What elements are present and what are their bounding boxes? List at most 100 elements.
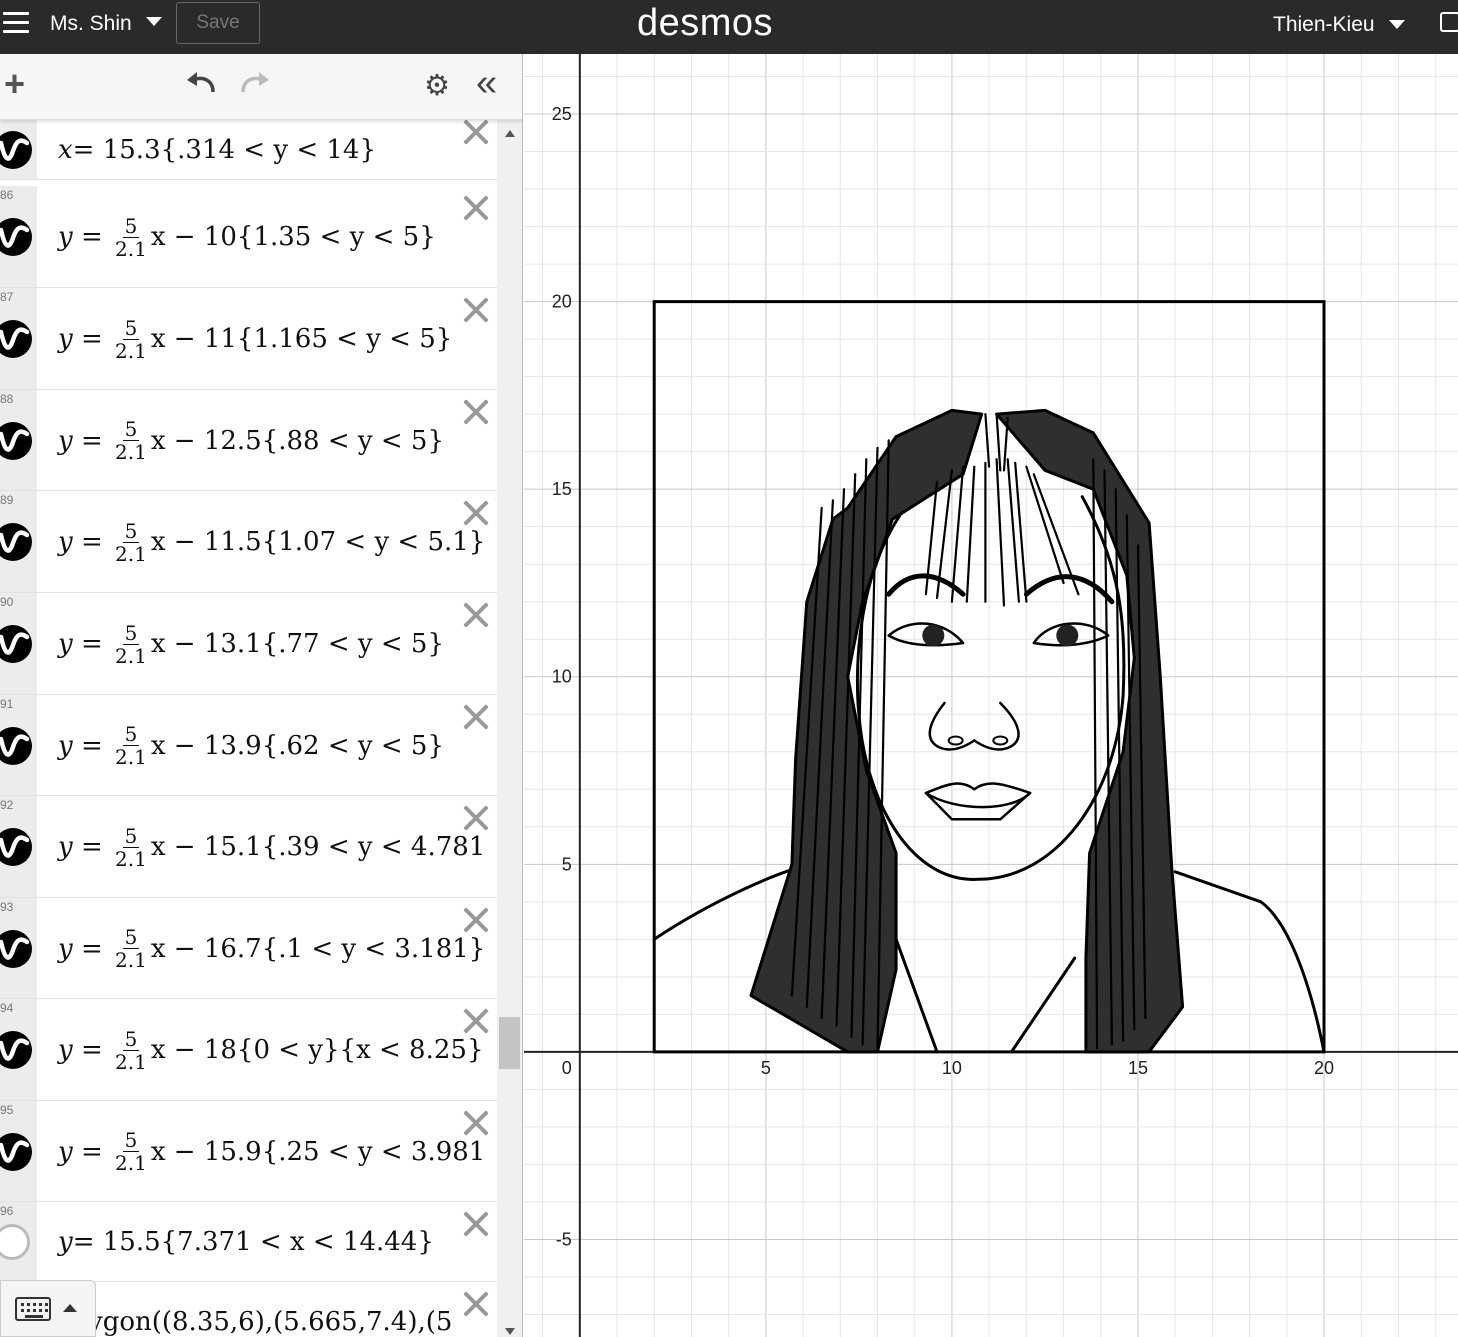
curve-icon[interactable]: [0, 828, 32, 866]
fraction-numerator: 5: [122, 620, 140, 645]
neckline-left[interactable]: [894, 937, 939, 1054]
delete-expression-icon[interactable]: [462, 118, 490, 146]
curve-icon[interactable]: [0, 1031, 32, 1069]
expression-row[interactable]: 87 y = 5 2.1 x − 11{1.165 < y < 5}: [0, 288, 497, 390]
bang-strand[interactable]: [1025, 465, 1065, 585]
expression-rest: x − 15.9{.25 < y < 3.981: [150, 1136, 486, 1167]
scrollbar[interactable]: [497, 120, 522, 1337]
expression-number: 88: [0, 392, 14, 406]
expression-math[interactable]: y = 5 2.1 x − 11{1.165 < y < 5}: [58, 317, 452, 362]
user-menu[interactable]: Thien-Kieu: [1273, 13, 1375, 37]
expression-row[interactable]: 35x = 15.3{.314 < y < 14}: [0, 106, 497, 180]
fraction: 5 2.1: [115, 723, 147, 768]
curve-icon[interactable]: [0, 625, 32, 663]
scroll-up-arrow-icon[interactable]: [505, 130, 515, 137]
expression-rest: x − 10{1.35 < y < 5}: [150, 222, 436, 252]
expression-row[interactable]: 92 y = 5 2.1 x − 15.1{.39 < y < 4.781: [0, 796, 497, 898]
expression-lhs: y: [58, 1227, 73, 1257]
delete-expression-icon[interactable]: [462, 398, 490, 426]
fraction-denominator: 2.1: [115, 643, 147, 668]
expression-number: 96: [0, 1204, 14, 1218]
bang-strand[interactable]: [950, 465, 965, 603]
expression-row[interactable]: 96 y = 15.5{7.371 < x < 14.44}: [0, 1202, 497, 1282]
expression-math[interactable]: y = 5 2.1 x − 13.1{.77 < y < 5}: [58, 620, 444, 668]
neckline-right[interactable]: [1010, 956, 1077, 1054]
delete-expression-icon[interactable]: [462, 1210, 490, 1238]
bang-strand[interactable]: [995, 458, 1006, 607]
curve-icon[interactable]: [0, 131, 32, 169]
curve-icon[interactable]: [0, 523, 32, 561]
desmos-logo: desmos: [637, 2, 774, 44]
expression-rest: x − 16.7{.1 < y < 3.181}: [150, 933, 486, 964]
expression-math[interactable]: y = 15.5{7.371 < x < 14.44}: [58, 1220, 434, 1264]
expression-math[interactable]: x = 15.3{.314 < y < 14}: [58, 128, 376, 172]
expression-row[interactable]: 94 y = 5 2.1 x − 18{0 < y}{x < 8.25}: [0, 999, 497, 1101]
upper-lip[interactable]: [924, 782, 1032, 809]
add-item-button[interactable]: +: [4, 66, 25, 102]
nose-right[interactable]: [973, 701, 1020, 751]
hamburger-menu-icon[interactable]: [3, 12, 29, 34]
chevron-down-icon[interactable]: [1389, 20, 1405, 29]
fraction-numerator: 5: [122, 925, 140, 949]
expression-row[interactable]: 89 y = 5 2.1 x − 11.5{1.07 < y < 5.1}: [0, 491, 497, 593]
expression-math[interactable]: y = 5 2.1 x − 15.1{.39 < y < 4.781: [58, 825, 485, 870]
save-button[interactable]: Save: [176, 2, 260, 44]
expression-math[interactable]: y = 5 2.1 x − 12.5{.88 < y < 5}: [58, 418, 444, 463]
equals-sign: =: [72, 527, 112, 557]
x-tick-label: 15: [1128, 1058, 1148, 1078]
gear-icon[interactable]: ⚙: [424, 72, 450, 101]
delete-expression-icon[interactable]: [462, 703, 490, 731]
delete-expression-icon[interactable]: [462, 194, 490, 222]
expression-row[interactable]: 93 y = 5 2.1 x − 16.7{.1 < y < 3.181}: [0, 898, 497, 999]
delete-expression-icon[interactable]: [462, 296, 490, 324]
scrollbar-thumb[interactable]: [499, 1017, 520, 1069]
keypad-toggle-button[interactable]: [0, 1280, 96, 1337]
curve-icon[interactable]: [0, 726, 32, 765]
curve-icon[interactable]: [0, 320, 32, 358]
expression-lhs: y: [58, 222, 73, 252]
bang-strand[interactable]: [965, 465, 976, 603]
curve-icon[interactable]: [0, 929, 32, 968]
delete-expression-icon[interactable]: [462, 499, 490, 527]
graph-canvas[interactable]: 5 10 15 20 25 20 15 10 5 -5 0: [524, 54, 1458, 1337]
fraction-numerator: 5: [122, 1128, 140, 1152]
bang-strand[interactable]: [984, 413, 991, 468]
scroll-down-arrow-icon[interactable]: [505, 1328, 515, 1335]
delete-expression-icon[interactable]: [462, 1290, 490, 1318]
expression-row[interactable]: 90 y = 5 2.1 x − 13.1{.77 < y < 5}: [0, 593, 497, 695]
chevron-down-icon[interactable]: [146, 17, 162, 26]
hair-right[interactable]: [995, 408, 1185, 1054]
graph-svg[interactable]: 5 10 15 20 25 20 15 10 5 -5 0: [524, 54, 1458, 1337]
redo-icon[interactable]: [237, 68, 271, 103]
expression-math[interactable]: y = 5 2.1 x − 11.5{1.07 < y < 5.1}: [58, 520, 485, 565]
delete-expression-icon[interactable]: [462, 906, 490, 934]
expression-row[interactable]: 91 y = 5 2.1 x − 13.9{.62 < y < 5}: [0, 695, 497, 796]
undo-icon[interactable]: [185, 68, 219, 103]
expression-row[interactable]: 86 y = 5 2.1 x − 10{1.35 < y < 5}: [0, 186, 497, 288]
expression-lhs: y: [58, 1035, 73, 1065]
delete-expression-icon[interactable]: [462, 1007, 490, 1035]
graph-title[interactable]: Ms. Shin: [50, 12, 132, 36]
delete-expression-icon[interactable]: [462, 1109, 490, 1137]
expression-math[interactable]: y = 5 2.1 x − 10{1.35 < y < 5}: [58, 215, 436, 260]
expression-math[interactable]: y = 5 2.1 x − 15.9{.25 < y < 3.981: [58, 1128, 486, 1174]
expression-row[interactable]: 95 y = 5 2.1 x − 15.9{.25 < y < 3.981: [0, 1101, 497, 1202]
curve-icon[interactable]: [0, 421, 32, 460]
expression-number: 92: [0, 798, 14, 812]
curve-icon[interactable]: [0, 1132, 32, 1171]
curve-icon[interactable]: [0, 218, 32, 256]
face-outline[interactable]: [855, 495, 1126, 881]
delete-expression-icon[interactable]: [462, 601, 490, 629]
expression-math[interactable]: y = 5 2.1 x − 16.7{.1 < y < 3.181}: [58, 925, 486, 971]
expression-row[interactable]: 88 y = 5 2.1 x − 12.5{.88 < y < 5}: [0, 390, 497, 491]
y-tick-label: -5: [556, 1229, 572, 1249]
right-eyebrow[interactable]: [1023, 574, 1115, 605]
share-icon[interactable]: [1440, 12, 1458, 32]
expression-math[interactable]: ygon((8.35,6),(5.665,7.4),(5: [88, 1300, 452, 1337]
expression-number: 86: [0, 188, 14, 202]
expression-lhs: y: [58, 832, 73, 862]
expression-math[interactable]: y = 5 2.1 x − 13.9{.62 < y < 5}: [58, 723, 444, 768]
expression-math[interactable]: y = 5 2.1 x − 18{0 < y}{x < 8.25}: [58, 1028, 484, 1073]
delete-expression-icon[interactable]: [462, 804, 490, 832]
collapse-panel-button[interactable]: «: [476, 64, 497, 102]
